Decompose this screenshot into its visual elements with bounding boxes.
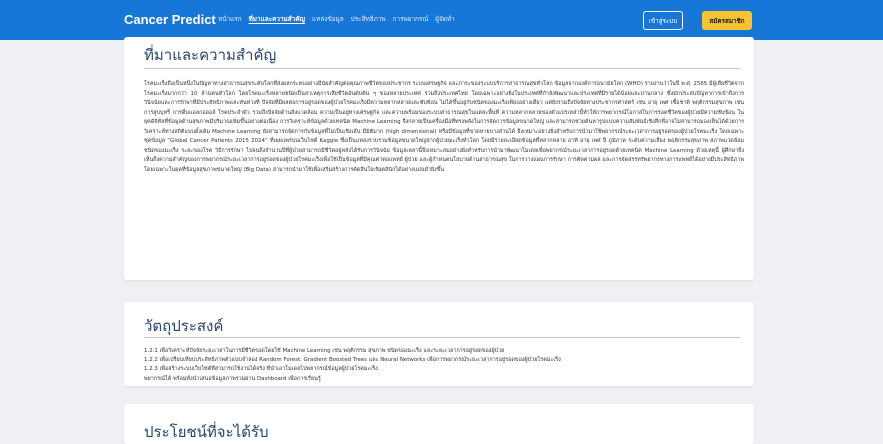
benefits-card: ประโยชน์ที่จะได้รับ <box>124 404 754 444</box>
objectives-title: วัตถุประสงค์ <box>144 317 224 335</box>
nav-link-performance[interactable]: ประสิทธิภาพ <box>351 14 386 24</box>
list-item: พยากรณ์ได้ พร้อมทั้งนำเสนอข้อมูลภาพรวมผ่… <box>144 375 321 382</box>
background-body: โรคมะเร็งถือเป็นหนึ่งในปัญหาทางสาธารณสุข… <box>144 81 744 173</box>
nav-link-authors[interactable]: ผู้จัดทำ <box>435 14 454 24</box>
list-item: 1.2.2 เพื่อเปรียบเทียบประสิทธิภาพตัวแบบจ… <box>144 357 561 364</box>
title-divider <box>144 68 740 69</box>
top-navbar: Cancer Predict หน้าแรก ที่มาและความสำคัญ… <box>0 0 883 40</box>
nav-link-data-source[interactable]: แหล่งข้อมูล <box>312 14 344 24</box>
benefits-title: ประโยชน์ที่จะได้รับ <box>144 423 269 441</box>
brand-logo[interactable]: Cancer Predict <box>124 12 216 27</box>
list-item: 1.2.1 เพื่อวิเคราะห์ปัจจัยระยะเวลาในการม… <box>144 348 505 354</box>
title-divider <box>144 337 740 338</box>
objectives-card: วัตถุประสงค์ 1.2.1 เพื่อวิเคราะห์ปัจจัยร… <box>124 302 754 386</box>
login-button[interactable]: เข้าสู่ระบบ <box>643 11 683 30</box>
nav-link-prediction[interactable]: การพยากรณ์ <box>393 14 429 24</box>
nav-links: หน้าแรก ที่มาและความสำคัญ แหล่งข้อมูล ปร… <box>218 14 455 24</box>
background-title: ที่มาและความสำคัญ <box>144 46 277 64</box>
list-item: 1.2.3 เพื่อสร้างระบบเว็บไซต์ที่สามารถใช้… <box>144 366 378 373</box>
register-button[interactable]: สมัครสมาชิก <box>702 11 752 30</box>
objectives-list: 1.2.1 เพื่อวิเคราะห์ปัจจัยระยะเวลาในการม… <box>144 347 724 384</box>
nav-link-background[interactable]: ที่มาและความสำคัญ <box>249 14 305 24</box>
nav-link-home[interactable]: หน้าแรก <box>218 14 242 24</box>
background-card: ที่มาและความสำคัญ โรคมะเร็งถือเป็นหนึ่งใ… <box>124 37 754 280</box>
